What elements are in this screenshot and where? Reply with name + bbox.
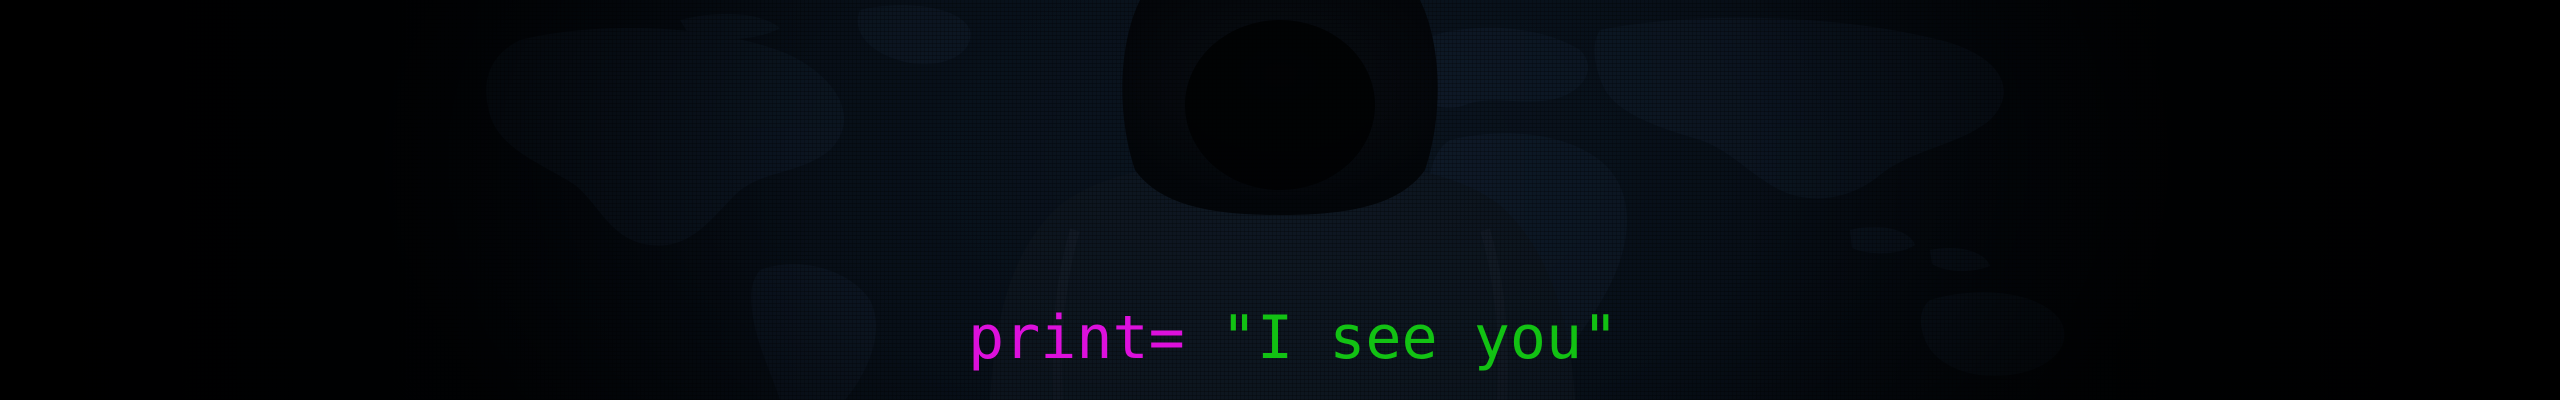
code-spacer xyxy=(1185,303,1221,373)
code-snippet: print= "I see you" xyxy=(968,298,1618,378)
code-string: "I see you" xyxy=(1220,303,1619,373)
code-keyword: print= xyxy=(968,303,1185,373)
hacker-banner: print= "I see you" xyxy=(0,0,2560,400)
